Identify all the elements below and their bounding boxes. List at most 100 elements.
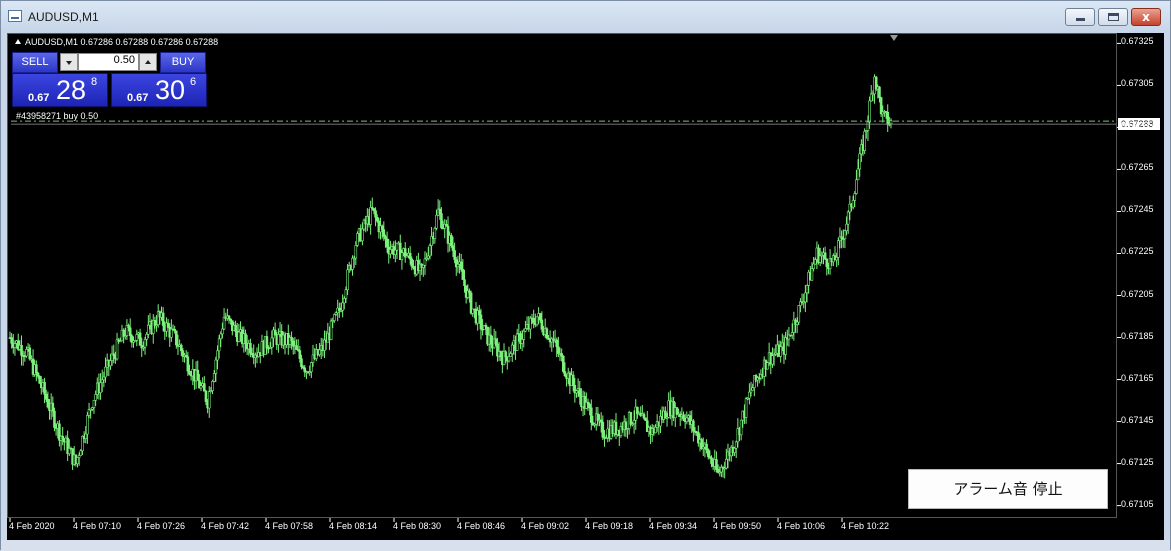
candle-body	[805, 285, 809, 294]
candle-body	[92, 399, 96, 408]
candle-body	[216, 350, 219, 361]
candle	[649, 425, 652, 445]
candle-body	[858, 153, 862, 170]
candle-body	[249, 343, 252, 354]
candle-body	[428, 245, 432, 257]
candle	[403, 242, 407, 263]
candle-body	[494, 338, 498, 345]
candle	[20, 335, 23, 366]
candle-body	[35, 364, 38, 374]
candle-body	[300, 358, 303, 368]
candle-body	[845, 223, 848, 232]
candle-body	[578, 388, 582, 397]
candle	[619, 422, 623, 438]
candle	[692, 419, 695, 442]
lot-size-input[interactable]: 0.50	[78, 53, 139, 71]
candle	[889, 118, 893, 129]
candle-body	[529, 317, 532, 330]
time-tick-label: 4 Feb 07:58	[265, 521, 314, 531]
candle-body	[147, 324, 150, 335]
candle-body	[227, 315, 231, 320]
candle-body	[535, 316, 539, 326]
lot-increase-button[interactable]	[139, 53, 157, 71]
lot-decrease-button[interactable]	[60, 53, 78, 71]
candle-body	[380, 225, 384, 230]
candle-body	[344, 289, 348, 299]
candle	[369, 200, 372, 235]
alarm-stop-button[interactable]: アラーム音 停止	[908, 469, 1108, 509]
candle-body	[318, 349, 321, 355]
candle-body	[851, 199, 855, 208]
candle	[290, 331, 293, 350]
candle-body	[86, 415, 89, 435]
collapse-triangle-icon[interactable]	[15, 39, 21, 44]
candle-body	[804, 292, 807, 303]
candle-body	[385, 238, 389, 248]
candle-body	[389, 249, 392, 255]
candle	[624, 418, 628, 437]
candle-body	[295, 345, 298, 350]
candle-body	[810, 268, 814, 281]
candle-body	[825, 258, 829, 267]
candle-body	[813, 259, 817, 265]
candle-body	[354, 245, 358, 259]
candle-body	[166, 322, 170, 328]
candle-body	[479, 314, 483, 330]
candle-body	[515, 333, 519, 351]
price-tick-label: 0.67265	[1121, 162, 1154, 173]
candle-body	[426, 255, 430, 259]
candle	[562, 355, 565, 374]
candle-body	[642, 413, 646, 419]
candle-body	[135, 334, 139, 341]
candle-body	[244, 333, 247, 344]
candle-body	[812, 263, 815, 269]
candle	[863, 128, 866, 155]
time-tick-label: 4 Feb 10:06	[777, 521, 826, 531]
time-tick-label: 4 Feb 07:26	[137, 521, 186, 531]
candle-body	[675, 407, 679, 415]
candle-body	[846, 211, 850, 225]
candle	[28, 344, 32, 361]
buy-button[interactable]: BUY	[160, 52, 206, 73]
candle-body	[540, 319, 544, 330]
candle-body	[51, 402, 55, 412]
candle-body	[100, 379, 104, 384]
candle	[522, 328, 526, 348]
candle-body	[509, 353, 512, 357]
candle	[869, 85, 873, 102]
candle-body	[329, 320, 333, 340]
candle	[295, 339, 298, 350]
time-tick-label: 4 Feb 09:34	[649, 521, 698, 531]
candle-body	[400, 252, 404, 261]
candle-body	[715, 459, 718, 470]
candle	[823, 246, 827, 261]
candle-body	[779, 346, 782, 357]
candle-body	[560, 353, 563, 357]
candle	[552, 330, 555, 348]
candle-body	[10, 337, 13, 344]
candle-body	[217, 338, 221, 352]
candle-body	[94, 394, 97, 401]
candle	[659, 409, 662, 434]
candle-body	[889, 120, 893, 125]
candle-body	[76, 457, 79, 464]
candle	[310, 361, 313, 378]
buy-quote[interactable]: 0.67 30 6	[111, 73, 207, 107]
time-tick-label: 4 Feb 2020	[9, 521, 55, 531]
sell-button[interactable]: SELL	[12, 52, 58, 73]
candle-body	[575, 390, 578, 394]
candle-body	[423, 258, 427, 266]
candle	[797, 305, 801, 326]
time-tick-label: 4 Feb 08:46	[457, 521, 506, 531]
sell-quote[interactable]: 0.67 28 8	[12, 73, 108, 107]
chart-shift-marker-icon[interactable]	[890, 35, 898, 41]
candle-body	[520, 339, 524, 344]
candle-body	[654, 426, 657, 434]
candle	[720, 464, 723, 478]
candle	[688, 410, 692, 429]
candle	[203, 376, 206, 392]
candle-body	[748, 391, 751, 399]
candle-body	[710, 457, 713, 464]
candle-body	[298, 350, 302, 359]
candle-body	[853, 193, 857, 201]
